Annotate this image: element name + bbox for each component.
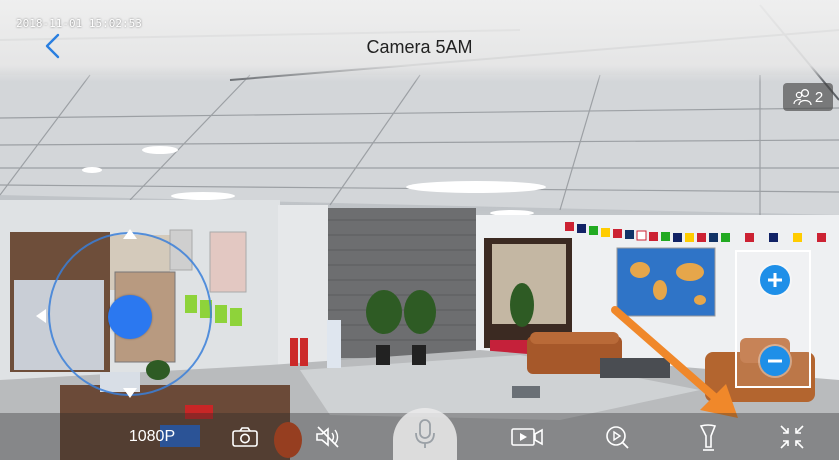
flashlight-button[interactable] (688, 413, 728, 460)
camera-icon (232, 426, 258, 447)
timestamp: 2018-11-01 15:02:53 (16, 17, 142, 30)
record-video-icon (511, 427, 543, 446)
record-button[interactable] (505, 413, 549, 460)
snapshot-button[interactable] (225, 413, 265, 460)
zoom-panel (735, 250, 811, 388)
mute-button[interactable] (308, 413, 348, 460)
viewer-count-badge: 2 (783, 83, 833, 111)
resolution-button[interactable]: 1080P (120, 413, 184, 460)
mute-icon (316, 425, 339, 448)
top-bar: 2018-11-01 15:02:53 Camera 5AM (0, 0, 839, 82)
flashlight-icon (699, 423, 717, 451)
exit-fullscreen-icon (780, 424, 804, 449)
resolution-label: 1080P (128, 427, 176, 445)
camera-title: Camera 5AM (366, 37, 473, 57)
playback-icon (606, 425, 629, 449)
zoom-out-button[interactable] (760, 346, 790, 376)
pan-down-icon[interactable] (123, 388, 137, 398)
microphone-icon (415, 419, 435, 448)
plus-icon (768, 273, 782, 287)
pan-left-icon[interactable] (36, 309, 46, 323)
minus-icon (768, 359, 782, 363)
live-view[interactable]: 2018-11-01 15:02:53 Camera 5AM 2 1080P (0, 0, 839, 460)
exit-fullscreen-button[interactable] (770, 413, 814, 460)
playback-button[interactable] (597, 413, 637, 460)
viewers-icon (793, 88, 812, 106)
zoom-in-button[interactable] (760, 265, 790, 295)
viewer-count: 2 (814, 88, 824, 106)
pan-up-icon[interactable] (123, 229, 137, 239)
ptz-joystick-knob[interactable] (108, 295, 152, 339)
